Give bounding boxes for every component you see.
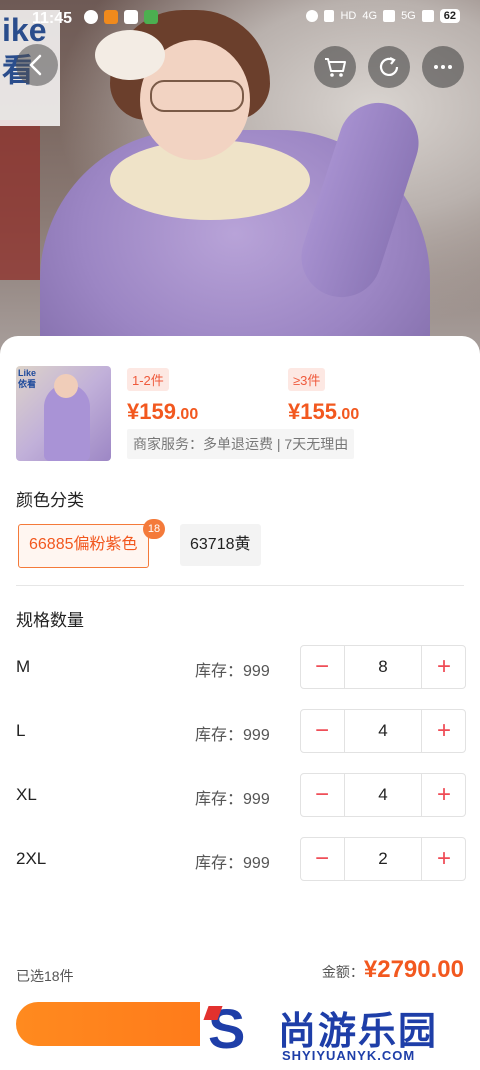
stock-text: 库存：999 [195, 849, 270, 873]
stock-text: 库存：999 [195, 721, 270, 745]
quantity-input[interactable]: 2 [344, 838, 422, 880]
price-integer: 159 [139, 399, 176, 424]
merchant-services: 商家服务：多单退运费 | 7天无理由 [127, 429, 355, 459]
status-bar: 11:45 HD 4G 5G 62 [0, 0, 480, 36]
product-hero-image [0, 0, 480, 360]
plus-button[interactable]: + [423, 774, 465, 816]
add-to-cart-button[interactable] [16, 1002, 214, 1046]
price-tier-range: ≥3件 [288, 368, 326, 391]
product-thumbnail[interactable]: Like 依看 [16, 366, 111, 461]
hero-red-wall [0, 120, 40, 280]
color-option-pink-purple[interactable]: 66885偏粉紫色 [18, 524, 149, 568]
more-button[interactable] [422, 46, 464, 88]
price-cents: .00 [175, 406, 199, 423]
amount-value: ¥2790.00 [363, 956, 464, 983]
price-tier-price: ¥159.00 [127, 399, 198, 425]
selected-count: 已选18件 [16, 968, 74, 984]
thumbnail-logo-bottom: 依看 [18, 379, 37, 389]
cart-icon [325, 58, 346, 77]
back-button[interactable] [16, 44, 58, 86]
net-4g-label: 4G [362, 10, 378, 22]
price-currency: ¥ [127, 399, 140, 424]
quantity-stepper: − 4 + [300, 709, 466, 753]
more-icon [434, 65, 452, 69]
minus-button[interactable]: − [301, 646, 343, 688]
status-app-icons [84, 10, 158, 24]
thumbnail-logo: Like 依看 [18, 368, 36, 390]
stock-value: 999 [243, 855, 270, 872]
price-tier-range: 1-2件 [127, 368, 169, 391]
app-arrow-icon [124, 10, 138, 24]
size-row-xl: XL 库存：999 − 4 + [0, 773, 480, 817]
plus-button[interactable]: + [423, 646, 465, 688]
alarm-icon [306, 10, 319, 22]
color-option-yellow[interactable]: 63718黄 [180, 524, 261, 566]
quantity-stepper: − 8 + [300, 645, 466, 689]
quantity-stepper: − 2 + [300, 837, 466, 881]
quantity-stepper: − 4 + [300, 773, 466, 817]
signal2-icon [421, 10, 434, 22]
status-right: HD 4G 5G 62 [306, 9, 460, 23]
cart-button[interactable] [314, 46, 356, 88]
size-row-l: L 库存：999 − 4 + [0, 709, 480, 753]
back-icon [29, 54, 42, 76]
mute-icon [324, 10, 335, 22]
refresh-button[interactable] [368, 46, 410, 88]
battery-level: 62 [439, 9, 460, 23]
watermark-right: S 尚游乐园 SHYIYUANYK.COM [200, 996, 480, 1070]
stock-label: 库存： [195, 663, 244, 680]
size-label: XL [16, 785, 37, 804]
minus-button[interactable]: − [301, 774, 343, 816]
app-taobao-icon [104, 10, 118, 24]
net-5g-label: 5G [401, 10, 416, 22]
price-currency: ¥ [288, 399, 301, 424]
amount-label: 金额： [321, 964, 364, 980]
spec-section-title: 规格数量 [16, 611, 84, 630]
price-tier-price: ¥155.00 [288, 399, 359, 425]
refresh-icon [379, 57, 399, 76]
net-hd-label: HD [340, 10, 357, 22]
watermark-en-text: SHYIYUANYK.COM [282, 1048, 416, 1063]
app-k-icon [84, 10, 98, 24]
color-section-title: 颜色分类 [16, 491, 84, 510]
stock-label: 库存： [195, 855, 244, 872]
thumbnail-head [54, 374, 78, 398]
thumbnail-logo-top: Like [18, 368, 37, 378]
price-integer: 155 [300, 399, 337, 424]
minus-button[interactable]: − [301, 710, 343, 752]
stock-text: 库存：999 [195, 657, 270, 681]
quantity-input[interactable]: 4 [344, 710, 422, 752]
total-amount: 金额：¥2790.00 [322, 956, 464, 984]
size-row-2xl: 2XL 库存：999 − 2 + [0, 837, 480, 881]
price-tier-2: ≥3件 ¥155.00 [288, 368, 359, 425]
quantity-input[interactable]: 8 [344, 646, 422, 688]
price-cents: .00 [336, 406, 360, 423]
size-label: 2XL [16, 849, 47, 868]
stock-text: 库存：999 [195, 785, 270, 809]
minus-button[interactable]: − [301, 838, 343, 880]
stock-value: 999 [243, 791, 270, 808]
app-play-icon [144, 10, 158, 24]
stock-value: 999 [243, 727, 270, 744]
signal-icon [383, 10, 396, 22]
stock-value: 999 [243, 663, 270, 680]
stock-label: 库存： [195, 727, 244, 744]
size-row-m: M 库存：999 − 8 + [0, 645, 480, 689]
plus-button[interactable]: + [423, 710, 465, 752]
size-label: L [16, 721, 26, 740]
hero-glasses [150, 80, 244, 112]
color-count-badge: 18 [143, 519, 165, 539]
plus-button[interactable]: + [423, 838, 465, 880]
hero-headband [95, 30, 165, 80]
price-tier-1: 1-2件 ¥159.00 [127, 368, 198, 425]
quantity-input[interactable]: 4 [344, 774, 422, 816]
sku-sheet: Like 依看 1-2件 ¥159.00 ≥3件 ¥155.00 商家服务：多单… [0, 336, 480, 1070]
section-divider [16, 585, 464, 586]
watermark-cn-text: 尚游乐园 [278, 1011, 439, 1053]
stock-label: 库存： [195, 791, 244, 808]
size-label: M [16, 657, 31, 676]
